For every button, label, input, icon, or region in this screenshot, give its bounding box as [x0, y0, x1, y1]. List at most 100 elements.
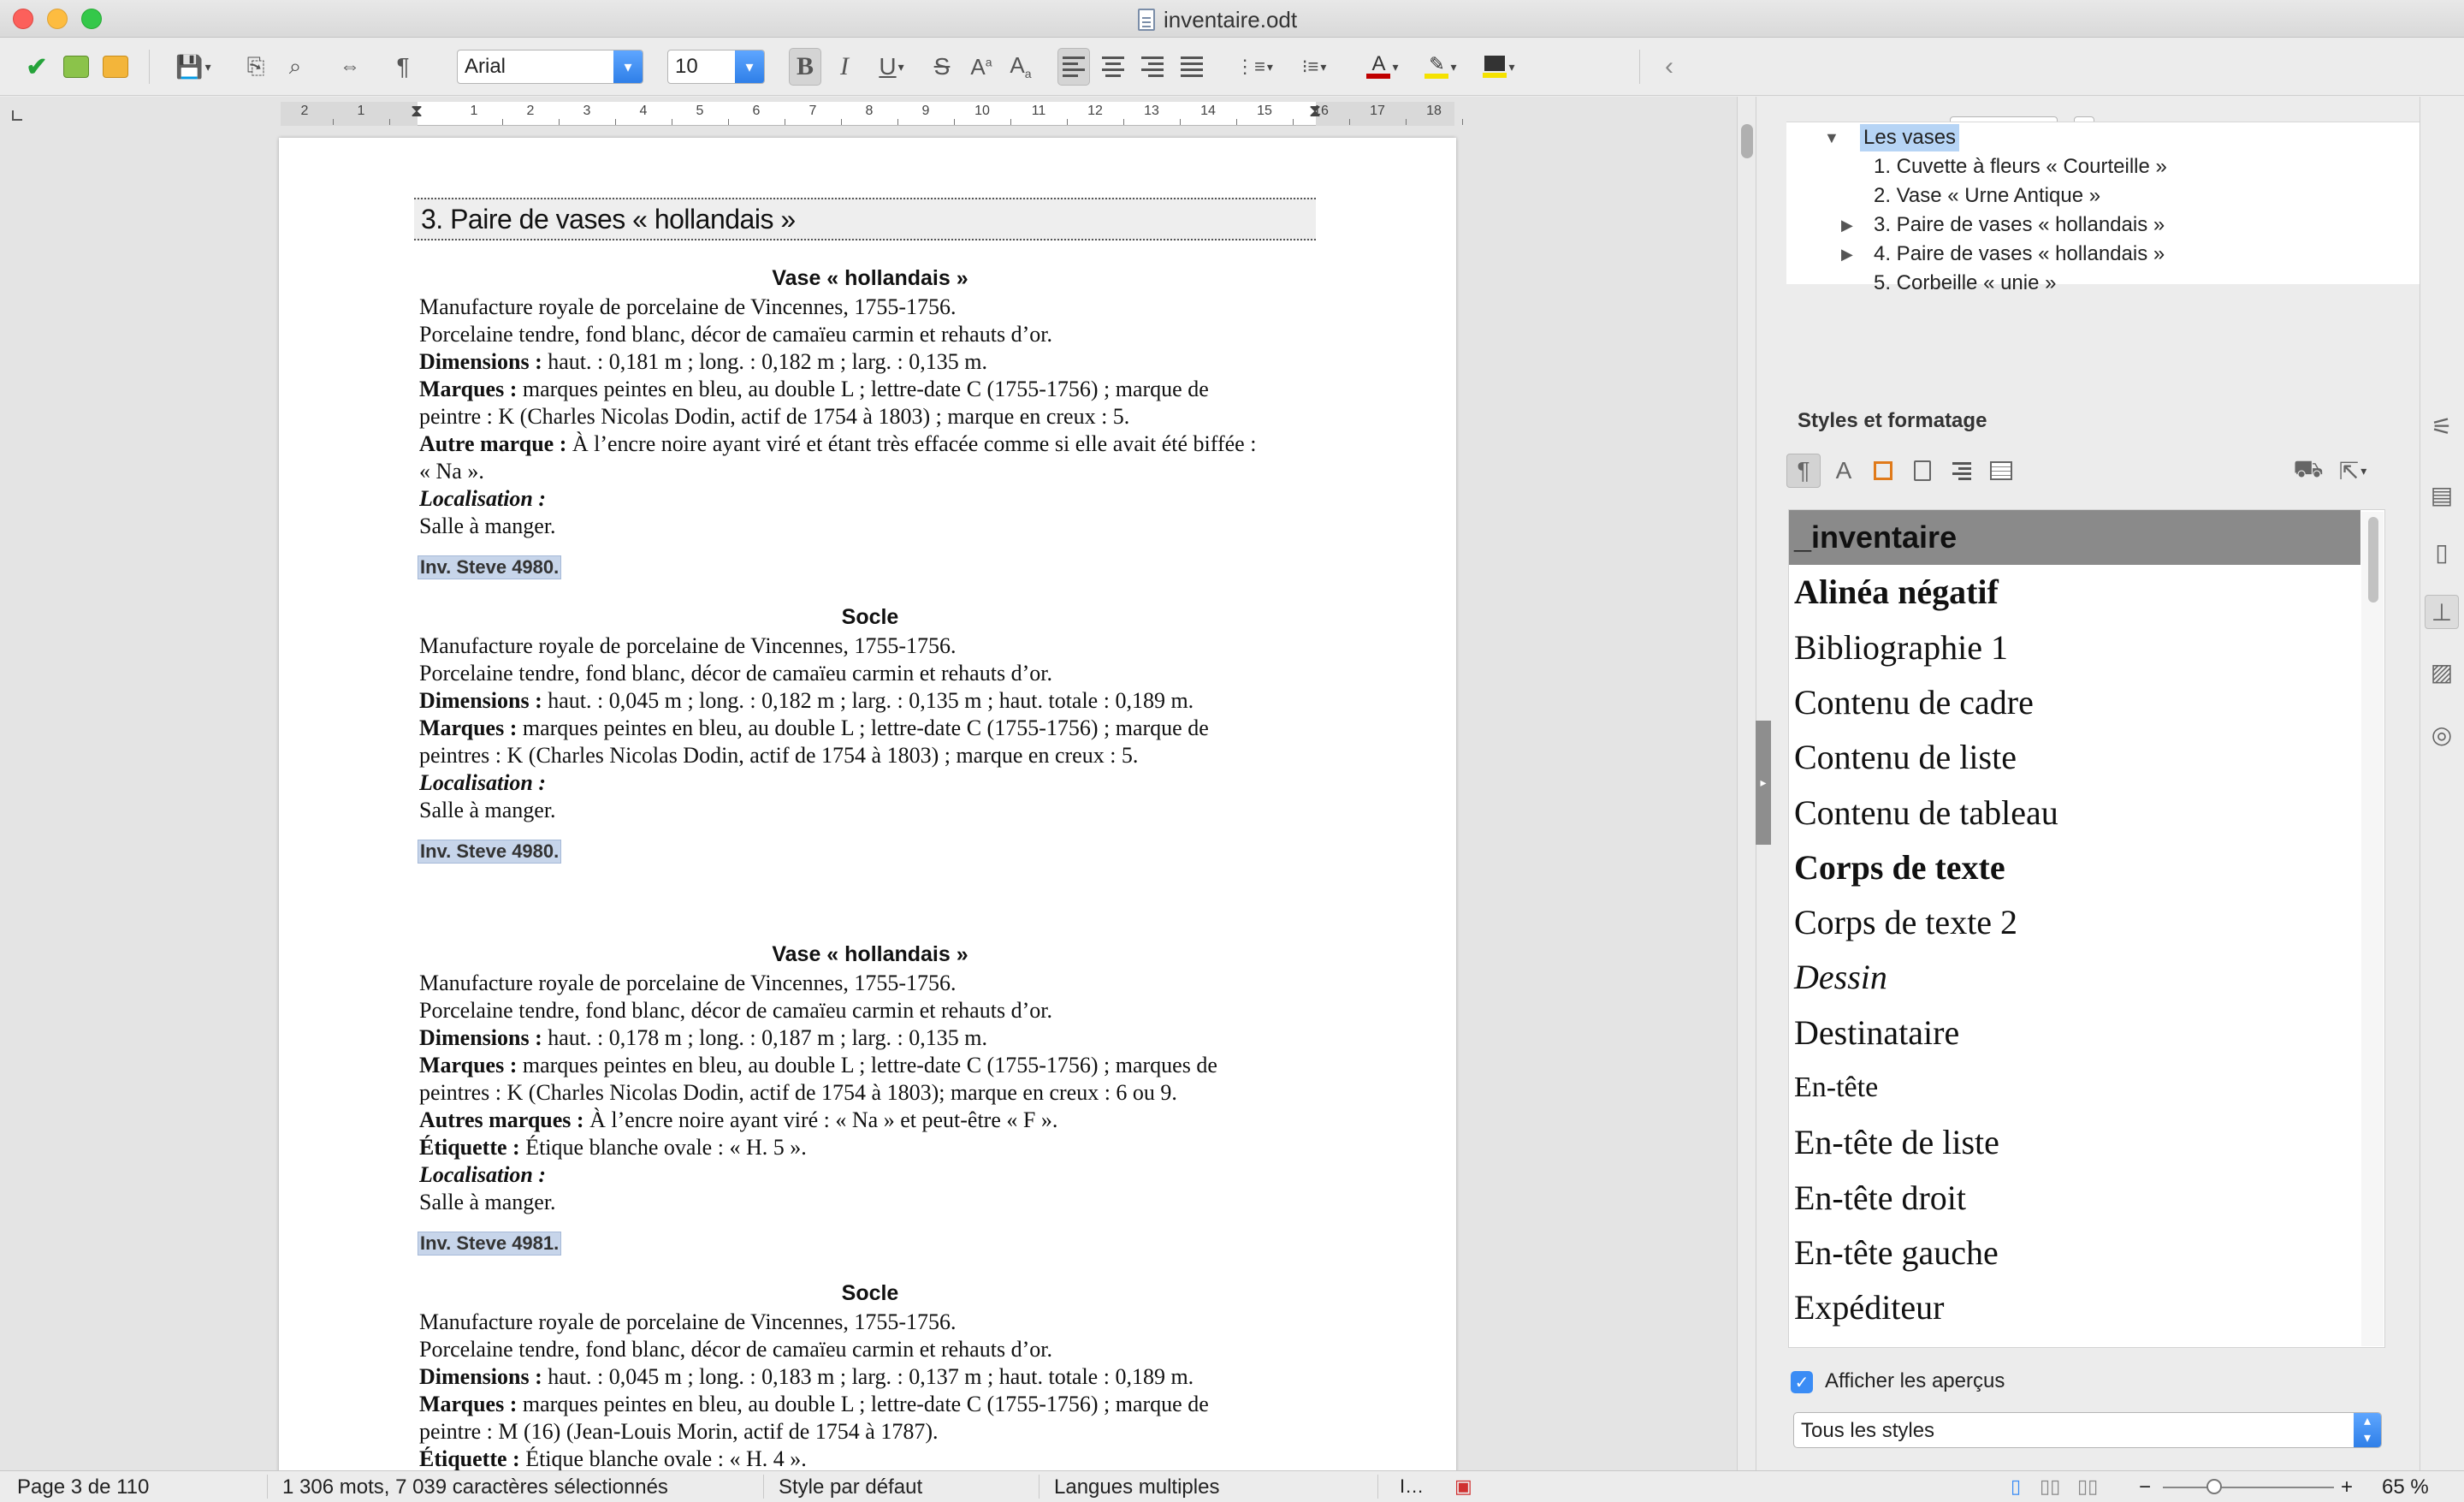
- justify-icon[interactable]: [1176, 48, 1208, 86]
- navigator-item[interactable]: Les vases: [1860, 124, 1960, 151]
- minimize-window-button[interactable]: [47, 9, 68, 29]
- paragraph-line[interactable]: Porcelaine tendre, fond blanc, décor de …: [419, 660, 1321, 687]
- page-style[interactable]: Style par défaut: [779, 1475, 922, 1499]
- font-size-dropdown-icon[interactable]: ▾: [735, 50, 764, 83]
- style-item[interactable]: Dessin: [1789, 950, 2360, 1005]
- underline-icon[interactable]: U ▾: [868, 48, 915, 86]
- style-item[interactable]: _inventaire: [1789, 510, 2360, 565]
- outline-list-icon[interactable]: ⁝≡ ▾: [1290, 48, 1338, 86]
- paragraph-line[interactable]: Dimensions : haut. : 0,181 m ; long. : 0…: [419, 348, 1321, 376]
- close-window-button[interactable]: [13, 9, 33, 29]
- paragraph-line[interactable]: Marques : marques peintes en bleu, au do…: [419, 715, 1321, 742]
- font-name-dropdown-icon[interactable]: ▾: [613, 50, 643, 83]
- highlight-color-icon[interactable]: ✎ ▾: [1417, 48, 1465, 86]
- styles-scrollbar[interactable]: [2361, 512, 2384, 1346]
- align-right-icon[interactable]: [1136, 48, 1169, 86]
- strikethrough-icon[interactable]: S: [926, 48, 958, 86]
- inventory-number[interactable]: Inv. Steve 4981.: [418, 1232, 562, 1256]
- page-style-green-icon[interactable]: [60, 48, 92, 86]
- document-area[interactable]: 2 1 1 2 3 4 5 6 7 8 9 10 11 12 13 14 15 16 17 18 ⧗ ⧗ 3. Pai…: [0, 97, 1737, 1470]
- table-styles-icon[interactable]: [1984, 454, 2018, 488]
- tab-stop-icon[interactable]: [12, 110, 22, 121]
- zoom-slider-handle[interactable]: [2206, 1479, 2222, 1494]
- paragraph-line[interactable]: Étiquette : Étique blanche ovale : « H. …: [419, 1446, 1321, 1470]
- paragraph-line[interactable]: peintre : K (Charles Nicolas Dodin, acti…: [419, 403, 1321, 430]
- style-item[interactable]: En-tête: [1789, 1060, 2360, 1115]
- single-page-view-icon[interactable]: ▯: [2011, 1475, 2021, 1498]
- style-item[interactable]: Expéditeur: [1789, 1280, 2360, 1335]
- word-count[interactable]: 1 306 mots, 7 039 caractères sélectionné…: [282, 1475, 668, 1499]
- localisation-text[interactable]: Salle à manger.: [419, 513, 1321, 540]
- expand-toggle-icon[interactable]: ▶: [1841, 217, 1853, 235]
- scrollbar-thumb[interactable]: [1741, 124, 1753, 158]
- paragraph-line[interactable]: Porcelaine tendre, fond blanc, décor de …: [419, 1336, 1321, 1363]
- style-item[interactable]: Contenu de liste: [1789, 730, 2360, 785]
- paragraph-line[interactable]: Porcelaine tendre, fond blanc, décor de …: [419, 997, 1321, 1024]
- localisation-text[interactable]: Salle à manger.: [419, 1189, 1321, 1216]
- new-style-icon[interactable]: ⇱ ▾: [2331, 454, 2375, 488]
- paragraph-line[interactable]: Dimensions : haut. : 0,045 m ; long. : 0…: [419, 1363, 1321, 1391]
- font-color-icon[interactable]: A ▾: [1359, 48, 1407, 86]
- style-filter-dropdown-icon[interactable]: ▴ ▾: [2354, 1413, 2381, 1447]
- gallery-icon[interactable]: ▨: [2425, 655, 2459, 689]
- multi-page-view-icon[interactable]: ▯▯: [2040, 1475, 2060, 1498]
- book-view-icon[interactable]: ▯▯: [2077, 1475, 2098, 1498]
- style-item[interactable]: Corps de texte 2: [1789, 895, 2360, 950]
- page-styles-icon[interactable]: [1905, 454, 1940, 488]
- paragraph-line[interactable]: « Na ».: [419, 458, 1321, 485]
- style-inspector-icon[interactable]: ⊥: [2425, 595, 2459, 629]
- style-item[interactable]: Bibliographie 1: [1789, 620, 2360, 675]
- navigator-item[interactable]: 1. Cuvette à fleurs « Courteille »: [1874, 153, 2167, 181]
- style-filter-select[interactable]: Tous les styles ▴ ▾: [1793, 1412, 2382, 1448]
- page-count[interactable]: Page 3 de 110: [17, 1475, 149, 1499]
- font-name-combo[interactable]: Arial ▾: [457, 50, 643, 84]
- paragraph-line[interactable]: Autre marque : À l’encre noire ayant vir…: [419, 430, 1321, 458]
- styles-list[interactable]: _inventaire Alinéa négatif Bibliographie 1…: [1788, 509, 2385, 1348]
- bold-icon[interactable]: B: [789, 48, 821, 86]
- fill-format-icon[interactable]: ⛟: [2291, 454, 2325, 488]
- horizontal-ruler[interactable]: 2 1 1 2 3 4 5 6 7 8 9 10 11 12 13 14 15 16 17 18 ⧗ ⧗: [281, 102, 1463, 126]
- navigator-icon[interactable]: ◎: [2425, 717, 2459, 751]
- style-item[interactable]: En-tête gauche: [1789, 1226, 2360, 1280]
- navigator-item[interactable]: 4. Paire de vases « hollandais »: [1874, 240, 2165, 268]
- paragraph-line[interactable]: Autres marques : À l’encre noire ayant v…: [419, 1107, 1321, 1134]
- zoom-level[interactable]: 65 %: [2382, 1475, 2429, 1499]
- page-break-icon[interactable]: ⎘: [240, 48, 272, 86]
- paragraph-line[interactable]: Manufacture royale de porcelaine de Vinc…: [419, 1309, 1321, 1336]
- expand-toggle-icon[interactable]: ▼: [1824, 129, 1839, 147]
- style-item[interactable]: Contenu de tableau: [1789, 786, 2360, 840]
- superscript-icon[interactable]: Aa: [965, 48, 998, 86]
- style-item[interactable]: Alinéa négatif: [1789, 565, 2360, 620]
- style-item[interactable]: Corps de texte: [1789, 840, 2360, 895]
- navigator-item[interactable]: 3. Paire de vases « hollandais »: [1874, 211, 2165, 239]
- paragraph-line[interactable]: Manufacture royale de porcelaine de Vinc…: [419, 294, 1321, 321]
- paragraph-line[interactable]: Dimensions : haut. : 0,178 m ; long. : 0…: [419, 1024, 1321, 1052]
- subscript-icon[interactable]: Aa: [1004, 48, 1037, 86]
- italic-icon[interactable]: I: [828, 48, 861, 86]
- paragraph-line[interactable]: Étiquette : Étique blanche ovale : « H. …: [419, 1134, 1321, 1161]
- page-deck-icon[interactable]: ▯: [2425, 535, 2459, 569]
- zoom-out-icon[interactable]: −: [2139, 1475, 2151, 1499]
- list-styles-icon[interactable]: [1945, 454, 1979, 488]
- properties-icon[interactable]: ⚟: [2425, 409, 2459, 443]
- paragraph-line[interactable]: Manufacture royale de porcelaine de Vinc…: [419, 632, 1321, 660]
- sidebar-collapse-handle[interactable]: ▸: [1756, 721, 1771, 845]
- paragraph-line[interactable]: peintres : K (Charles Nicolas Dodin, act…: [419, 1079, 1321, 1107]
- align-center-icon[interactable]: [1097, 48, 1129, 86]
- paragraph-line[interactable]: Manufacture royale de porcelaine de Vinc…: [419, 970, 1321, 997]
- navigator-item[interactable]: 5. Corbeille « unie »: [1874, 270, 2056, 297]
- ordered-list-icon[interactable]: ⋮≡ ▾: [1230, 48, 1278, 86]
- localisation-text[interactable]: Salle à manger.: [419, 797, 1321, 824]
- formatting-marks-icon[interactable]: ¶: [387, 48, 419, 86]
- chevron-left-icon[interactable]: ‹: [1653, 48, 1685, 86]
- navigator-item[interactable]: 2. Vase « Urne Antique »: [1874, 182, 2100, 210]
- styles-deck-icon[interactable]: ▤: [2425, 478, 2459, 512]
- paragraph-line[interactable]: Marques : marques peintes en bleu, au do…: [419, 1052, 1321, 1079]
- paragraph-line[interactable]: Porcelaine tendre, fond blanc, décor de …: [419, 321, 1321, 348]
- paragraph-styles-icon[interactable]: ¶: [1786, 454, 1821, 488]
- zoom-slider[interactable]: [2163, 1487, 2334, 1488]
- expand-toggle-icon[interactable]: ▶: [1841, 246, 1853, 264]
- font-size-combo[interactable]: 10 ▾: [667, 50, 765, 84]
- paragraph-line[interactable]: Marques : marques peintes en bleu, au do…: [419, 376, 1321, 403]
- style-item[interactable]: En-tête de liste: [1789, 1115, 2360, 1170]
